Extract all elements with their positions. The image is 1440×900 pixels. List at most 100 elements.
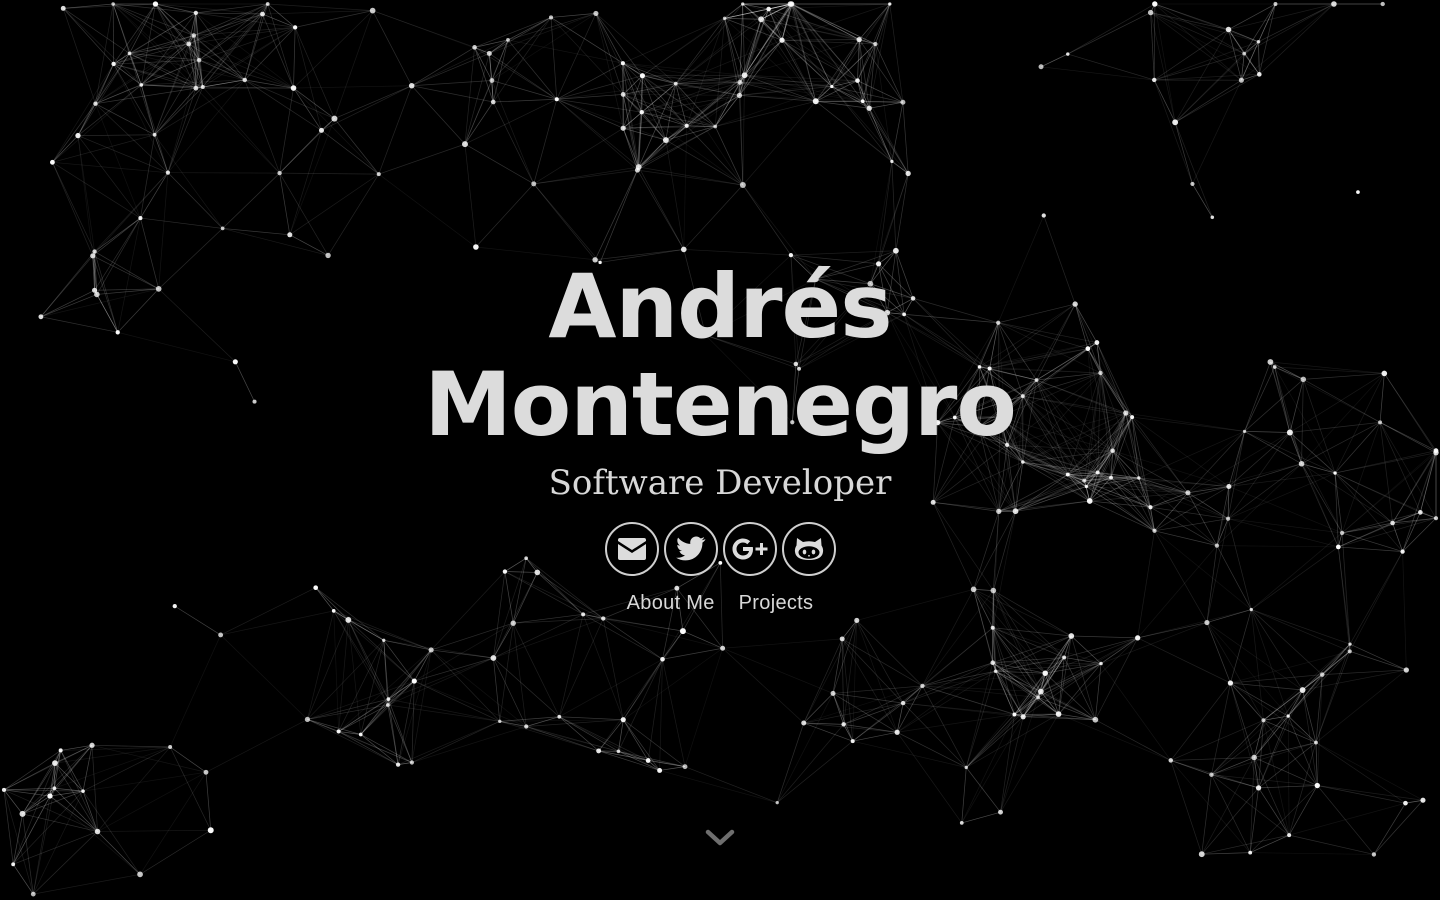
network-link bbox=[875, 3, 891, 45]
network-node bbox=[203, 769, 209, 775]
network-node bbox=[1299, 687, 1306, 693]
network-link bbox=[603, 618, 683, 632]
network-link bbox=[348, 619, 432, 651]
network-link bbox=[167, 88, 197, 173]
network-link bbox=[895, 173, 909, 251]
network-link bbox=[430, 649, 501, 722]
network-link bbox=[1150, 12, 1155, 81]
network-node bbox=[1371, 852, 1377, 857]
network-node bbox=[620, 61, 625, 66]
network-node bbox=[1012, 712, 1017, 717]
network-link bbox=[1287, 674, 1323, 717]
network-link bbox=[77, 134, 155, 136]
about-me-link[interactable]: About Me bbox=[627, 592, 715, 615]
github-button[interactable] bbox=[781, 522, 836, 576]
network-node bbox=[722, 16, 727, 21]
network-link bbox=[154, 35, 195, 135]
network-node bbox=[277, 170, 282, 176]
network-link bbox=[533, 127, 624, 185]
network-link bbox=[492, 101, 535, 185]
network-node bbox=[662, 137, 669, 144]
network-node bbox=[152, 1, 159, 7]
network-link bbox=[1154, 3, 1242, 81]
network-node bbox=[486, 50, 492, 56]
network-link bbox=[372, 10, 490, 54]
projects-link[interactable]: Projects bbox=[739, 592, 814, 615]
network-link bbox=[169, 634, 221, 748]
network-link bbox=[414, 680, 527, 727]
network-link bbox=[891, 102, 904, 162]
chevron-down-icon[interactable] bbox=[704, 826, 736, 850]
network-link bbox=[279, 172, 379, 175]
network-node bbox=[358, 732, 363, 737]
network-link bbox=[1243, 41, 1259, 54]
network-link bbox=[464, 53, 490, 145]
name-first: Andrés bbox=[548, 255, 892, 358]
network-link bbox=[1154, 41, 1259, 81]
google-plus-button[interactable] bbox=[722, 522, 777, 576]
network-link bbox=[154, 87, 197, 136]
network-node bbox=[19, 810, 26, 817]
network-node bbox=[620, 125, 626, 131]
social-links bbox=[0, 522, 1440, 576]
network-link bbox=[857, 80, 904, 103]
network-link bbox=[662, 647, 723, 660]
network-link bbox=[169, 746, 207, 773]
network-node bbox=[758, 16, 765, 23]
email-button[interactable] bbox=[604, 522, 659, 576]
network-node bbox=[1420, 797, 1426, 803]
network-link bbox=[220, 634, 308, 720]
network-node bbox=[548, 15, 554, 20]
network-link bbox=[966, 714, 1015, 768]
network-node bbox=[138, 216, 143, 221]
network-node bbox=[60, 5, 66, 11]
network-link bbox=[1206, 622, 1231, 684]
network-node bbox=[242, 77, 247, 83]
network-link bbox=[1211, 774, 1259, 789]
network-link bbox=[902, 102, 909, 174]
network-link bbox=[526, 726, 599, 752]
network-link bbox=[714, 126, 744, 186]
network-link bbox=[533, 183, 601, 263]
network-link bbox=[744, 19, 762, 76]
network-node bbox=[1135, 635, 1141, 641]
network-link bbox=[832, 638, 843, 694]
network-link bbox=[1206, 622, 1303, 691]
network-link bbox=[95, 86, 203, 105]
network-link bbox=[279, 87, 294, 174]
network-link bbox=[896, 703, 904, 733]
network-node bbox=[193, 85, 199, 91]
network-node bbox=[993, 669, 998, 674]
network-link bbox=[1315, 674, 1323, 743]
google-plus-icon bbox=[732, 538, 767, 560]
network-link bbox=[742, 75, 745, 186]
network-node bbox=[673, 81, 678, 86]
network-node bbox=[186, 41, 192, 47]
network-link bbox=[295, 10, 373, 28]
network-link bbox=[715, 86, 832, 127]
network-link bbox=[493, 657, 501, 722]
network-node bbox=[1403, 800, 1408, 806]
network-link bbox=[776, 724, 844, 803]
network-link bbox=[1058, 663, 1102, 715]
network-node bbox=[472, 45, 477, 50]
network-link bbox=[1153, 79, 1176, 123]
twitter-button[interactable] bbox=[663, 522, 718, 576]
network-node bbox=[812, 98, 819, 105]
network-link bbox=[334, 10, 373, 119]
network-node bbox=[737, 80, 743, 85]
network-node bbox=[860, 99, 865, 104]
network-link bbox=[321, 130, 379, 175]
network-node bbox=[1380, 1, 1385, 7]
network-link bbox=[1174, 122, 1213, 218]
network-link bbox=[739, 95, 744, 186]
network-link bbox=[464, 101, 494, 145]
network-link bbox=[244, 79, 280, 174]
network-node bbox=[1209, 772, 1214, 777]
network-link bbox=[411, 721, 500, 763]
network-node bbox=[854, 617, 860, 623]
network-link bbox=[683, 125, 688, 250]
network-link bbox=[665, 82, 741, 141]
network-link bbox=[1170, 682, 1231, 761]
network-link bbox=[594, 169, 638, 260]
